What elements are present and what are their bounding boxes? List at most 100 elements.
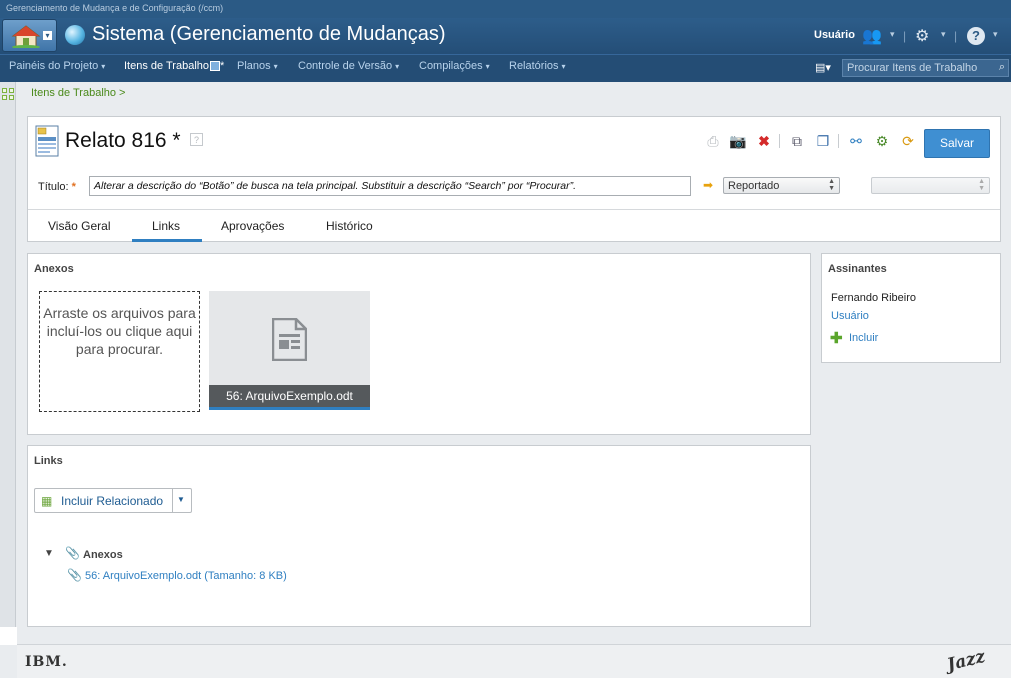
jazz-logo: Jazz — [945, 646, 988, 676]
breadcrumb[interactable]: Itens de Trabalho > — [31, 87, 125, 99]
grid-icon[interactable] — [2, 88, 14, 100]
delete-icon[interactable]: ✖ — [756, 133, 772, 149]
attachment-accent-bar — [209, 407, 370, 410]
add-subscriber-link[interactable]: Incluir — [849, 332, 878, 344]
document-icon — [272, 318, 307, 361]
help-icon[interactable]: ? — [190, 133, 203, 146]
button-separator — [172, 489, 173, 512]
required-marker: * — [71, 181, 76, 193]
refresh-icon[interactable]: ⟳ — [900, 133, 916, 149]
attachment-tile[interactable]: 56: ArquivoExemplo.odt — [209, 291, 370, 410]
attachment-link[interactable]: 56: ArquivoExemplo.odt (Tamanho: 8 KB) — [85, 570, 287, 582]
globe-icon — [65, 25, 85, 45]
nav-label: Itens de Trabalho — [124, 60, 210, 72]
attachments-title: Anexos — [34, 263, 74, 275]
nav-label: Planos — [237, 60, 271, 72]
chevron-down-icon[interactable]: ▾ — [993, 29, 998, 40]
workflow-icon[interactable]: ⚙ — [874, 133, 890, 149]
main-nav: Painéis do Projeto ▾ Itens de Trabalho * P… — [0, 54, 1011, 82]
chevron-down-icon: ▾ — [101, 62, 106, 71]
copy-icon[interactable]: ❐ — [815, 133, 831, 149]
tab-links[interactable]: Links — [152, 219, 180, 233]
camera-icon[interactable]: 📷 — [729, 133, 746, 149]
search-placeholder: Procurar Itens de Trabalho — [847, 62, 978, 74]
find-duplicate-icon[interactable]: ⧉ — [789, 133, 805, 149]
nav-modified-marker: * — [220, 60, 225, 72]
app-title: Sistema (Gerenciamento de Mudanças) — [92, 23, 446, 45]
search-input[interactable]: Procurar Itens de Trabalho ⌕ — [842, 59, 1009, 77]
chevron-down-icon: ▾ — [485, 62, 490, 71]
help-icon[interactable]: ? — [967, 27, 985, 45]
nav-project-dashboards[interactable]: Painéis do Projeto ▾ — [9, 60, 105, 72]
add-link-icon: ▦ — [41, 494, 53, 508]
window-subtitle: Gerenciamento de Mudança e de Configuraç… — [0, 0, 1011, 18]
subscribers-title: Assinantes — [828, 263, 887, 275]
add-related-button[interactable]: ▦ Incluir Relacionado ▼ — [34, 488, 192, 513]
list-menu-icon[interactable]: ▤▾ — [815, 61, 831, 74]
spinner-icon: ▲ ▼ — [828, 178, 835, 192]
links-title: Links — [34, 455, 63, 467]
nav-label: Painéis do Projeto — [9, 60, 99, 72]
work-item-menu-icon[interactable] — [210, 61, 221, 72]
editor-tabs: Visão Geral Links Aprovações Histórico — [28, 209, 1000, 242]
active-tab-indicator — [132, 239, 202, 242]
nav-version-control[interactable]: Controle de Versão ▾ — [298, 60, 399, 72]
title-bar: ▾ Sistema (Gerenciamento de Mudanças) Us… — [0, 18, 1011, 54]
links-panel: Links ▦ Incluir Relacionado ▼ ▼ 📎 Anexos… — [27, 445, 811, 627]
tab-overview[interactable]: Visão Geral — [48, 219, 110, 233]
state-value: Reportado — [728, 180, 780, 192]
toolbar-separator — [779, 134, 780, 148]
nav-label: Relatórios — [509, 60, 559, 72]
work-item-icon — [35, 125, 59, 157]
gear-icon[interactable]: ⚙ — [915, 26, 929, 46]
tree-group-label: Anexos — [83, 549, 123, 561]
user-menu[interactable]: Usuário — [814, 29, 855, 41]
chevron-down-icon: ▾ — [273, 62, 278, 71]
chevron-down-icon: ▾ — [395, 62, 400, 71]
nav-label: Controle de Versão — [298, 60, 393, 72]
paperclip-icon: 📎 — [67, 568, 82, 582]
ibm-logo: IBM. — [25, 654, 68, 670]
chevron-down-icon[interactable]: ▾ — [890, 29, 895, 40]
state-select[interactable]: Reportado ▲ ▼ — [723, 177, 840, 194]
home-icon — [11, 25, 41, 48]
work-item-title: Relato 816 * — [65, 129, 181, 152]
plus-icon[interactable]: ✚ — [830, 329, 843, 347]
chevron-down-icon: ▾ — [43, 31, 52, 40]
spinner-icon: ▲ ▼ — [978, 178, 985, 192]
title-field-label: Título: * — [38, 181, 76, 193]
nav-label: Compilações — [419, 60, 483, 72]
resolution-select[interactable]: ▲ ▼ — [871, 177, 990, 194]
nav-reports[interactable]: Relatórios ▾ — [509, 60, 566, 72]
paperclip-icon: 📎 — [65, 546, 80, 560]
nav-plans[interactable]: Planos ▾ — [237, 60, 278, 72]
work-item-editor: Relato 816 * ? ⎙ 📷 ✖ ⧉ ❐ ⚯ ⚙ ⟳ Salvar Tí… — [27, 116, 1001, 242]
search-icon[interactable]: ⌕ — [999, 61, 1005, 74]
nav-builds[interactable]: Compilações ▾ — [419, 60, 490, 72]
attachment-caption: 56: ArquivoExemplo.odt — [209, 385, 370, 407]
tab-history[interactable]: Histórico — [326, 219, 373, 233]
title-field[interactable]: Alterar a descrição do “Botão” de busca … — [89, 176, 691, 196]
toolbar-separator — [838, 134, 839, 148]
title-label-text: Título: — [38, 181, 69, 193]
header-separator: | — [903, 29, 907, 43]
home-menu-button[interactable]: ▾ — [2, 19, 57, 52]
chevron-down-icon[interactable]: ▾ — [941, 29, 946, 40]
add-related-label: Incluir Relacionado — [61, 494, 164, 508]
subscribers-panel: Assinantes Fernando Ribeiro Usuário ✚ In… — [821, 253, 1001, 363]
chevron-down-icon: ▾ — [561, 62, 566, 71]
chevron-down-icon[interactable]: ▼ — [177, 495, 185, 504]
left-rail — [0, 82, 16, 627]
tab-approvals[interactable]: Aprovações — [221, 219, 284, 233]
nav-work-items[interactable]: Itens de Trabalho * — [124, 60, 224, 72]
tree-collapse-icon[interactable]: ▼ — [44, 548, 54, 559]
file-dropzone[interactable]: Arraste os arquivos para incluí-los ou c… — [39, 291, 200, 412]
attachments-panel: Anexos Arraste os arquivos para incluí-l… — [27, 253, 811, 435]
subscriber-name: Fernando Ribeiro — [831, 292, 916, 304]
save-button[interactable]: Salvar — [924, 129, 990, 158]
link-tree-icon[interactable]: ⚯ — [848, 133, 864, 149]
subscriber-role-link[interactable]: Usuário — [831, 310, 869, 322]
users-icon[interactable]: 👥 — [862, 26, 882, 46]
print-icon[interactable]: ⎙ — [705, 133, 721, 149]
rail-end — [0, 627, 17, 645]
